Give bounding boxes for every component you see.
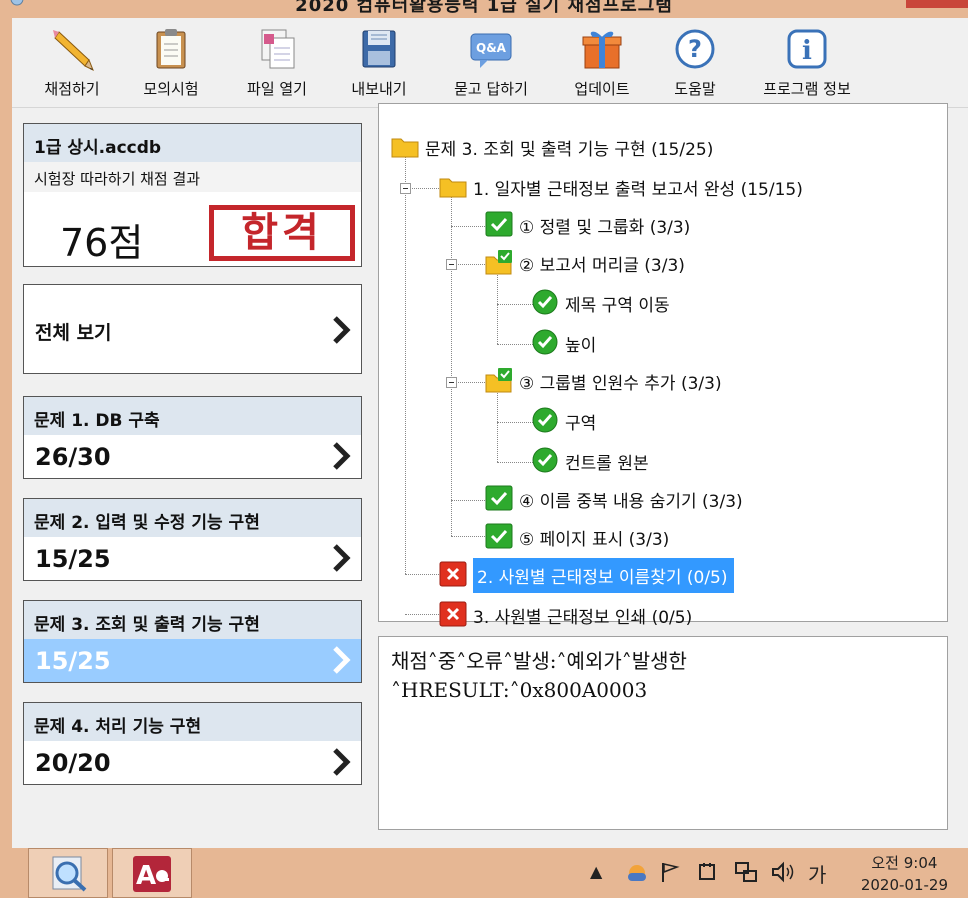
chevron-right-icon xyxy=(333,748,351,776)
view-all-label: 전체 보기 xyxy=(35,322,112,344)
help-button[interactable]: ? 도움말 xyxy=(662,26,728,106)
window-title: 2020 컴퓨터활용능력 1급 실기 채점프로그램 xyxy=(295,0,673,16)
grade-button[interactable]: 채점하기 xyxy=(34,26,110,106)
problem-2-item[interactable]: 문제 2. 입력 및 수정 기능 구현 15/25 xyxy=(23,498,362,581)
folder-check-icon xyxy=(485,368,512,393)
taskbar-app-magnifier[interactable] xyxy=(28,848,108,898)
open-file-icon xyxy=(261,29,295,69)
qa-button[interactable]: Q&A 묻고 답하기 xyxy=(440,26,542,106)
score-summary-card: 1급 상시.accdb 시험장 따라하기 채점 결과 76점 합격 xyxy=(23,123,362,267)
folder-icon xyxy=(439,178,467,198)
show-hidden-icons[interactable]: ▲ xyxy=(590,862,602,881)
check-circle-icon xyxy=(532,289,558,315)
problem-4-item[interactable]: 문제 4. 처리 기능 구현 20/20 xyxy=(23,702,362,785)
save-disk-icon xyxy=(362,30,396,68)
title-bar: 2020 컴퓨터활용능력 1급 실기 채점프로그램 xyxy=(0,0,968,18)
svg-text:A: A xyxy=(136,861,156,891)
close-button[interactable] xyxy=(906,0,968,8)
open-file-button[interactable]: 파일 열기 xyxy=(232,26,322,106)
weather-icon[interactable] xyxy=(626,862,648,884)
toolbar: 채점하기 모의시험 파일 열기 내보내기 Q&A 묻고 답하기 업데이트 ? 도… xyxy=(12,18,968,108)
taskbar: A ▲ 가 오전 9:04 2020-01-29 xyxy=(0,848,968,898)
mock-exam-button[interactable]: 모의시험 xyxy=(130,26,212,106)
clipboard-icon xyxy=(156,29,186,69)
clock-time: 오전 9:04 xyxy=(871,854,938,872)
problem-1-title: 문제 1. DB 구축 xyxy=(24,397,361,435)
problem-2-score: 15/25 xyxy=(35,545,111,573)
problem-2-title: 문제 2. 입력 및 수정 기능 구현 xyxy=(24,499,361,537)
help-icon: ? xyxy=(675,29,715,69)
chevron-right-icon xyxy=(333,646,351,674)
svg-text:i: i xyxy=(802,36,812,66)
problem-1-item[interactable]: 문제 1. DB 구축 26/30 xyxy=(23,396,362,479)
fail-x-icon xyxy=(439,601,467,627)
flag-icon[interactable] xyxy=(660,861,680,883)
gift-icon xyxy=(582,31,622,69)
program-info-button[interactable]: i 프로그램 정보 xyxy=(748,26,866,106)
clock-date: 2020-01-29 xyxy=(860,876,948,894)
problem-1-score: 26/30 xyxy=(35,443,111,471)
chevron-right-icon xyxy=(333,442,351,470)
grading-tree: 문제 3. 조회 및 출력 기능 구현 (15/25) 1. 일자별 근태정보 … xyxy=(378,103,948,628)
check-icon xyxy=(485,523,513,549)
magnifier-app-icon xyxy=(52,856,87,892)
fail-x-icon xyxy=(439,561,467,587)
problem-3-score: 15/25 xyxy=(35,647,111,675)
system-clock[interactable]: 오전 9:04 2020-01-29 xyxy=(861,852,948,896)
log-line-2: ˄HRESULT:˄0x800A0003 xyxy=(391,678,648,702)
pass-stamp: 합격 xyxy=(209,205,355,261)
access-app-icon: A xyxy=(133,856,171,892)
problem-4-score: 20/20 xyxy=(35,749,111,777)
file-name: 1급 상시.accdb xyxy=(24,124,361,162)
result-sidebar: 1급 상시.accdb 시험장 따라하기 채점 결과 76점 합격 전체 보기 … xyxy=(12,109,374,848)
chevron-right-icon xyxy=(333,544,351,572)
folder-check-icon xyxy=(485,250,512,275)
problem-4-title: 문제 4. 처리 기능 구현 xyxy=(24,703,361,741)
problem-3-item[interactable]: 문제 3. 조회 및 출력 기능 구현 15/25 xyxy=(23,600,362,683)
update-button[interactable]: 업데이트 xyxy=(562,26,642,106)
folder-icon xyxy=(391,138,419,158)
power-icon[interactable] xyxy=(696,861,718,883)
chevron-right-icon xyxy=(333,316,351,344)
check-circle-icon xyxy=(532,329,558,355)
qa-icon: Q&A xyxy=(470,33,512,68)
problem-3-title: 문제 3. 조회 및 출력 기능 구현 xyxy=(24,601,361,639)
network-icon[interactable] xyxy=(734,861,758,883)
info-icon: i xyxy=(787,29,827,69)
pencil-icon xyxy=(53,30,94,72)
export-button[interactable]: 내보내기 xyxy=(342,26,416,106)
svg-text:Q&A: Q&A xyxy=(476,41,507,55)
collapse-toggle[interactable] xyxy=(400,183,411,194)
total-score: 76점 xyxy=(60,221,144,265)
collapse-toggle[interactable] xyxy=(446,259,457,270)
check-icon xyxy=(485,211,513,237)
log-line-1: 채점˄중˄오류˄발생:˄예외가˄발생한 xyxy=(391,649,687,673)
view-all-button[interactable]: 전체 보기 xyxy=(23,284,362,374)
check-icon xyxy=(485,485,513,511)
check-circle-icon xyxy=(532,407,558,433)
result-subtitle: 시험장 따라하기 채점 결과 xyxy=(24,162,361,192)
ime-indicator[interactable]: 가 xyxy=(808,859,826,888)
detail-log[interactable]: 채점˄중˄오류˄발생:˄예외가˄발생한 ˄HRESULT:˄0x800A0003 xyxy=(378,636,948,830)
taskbar-app-access[interactable]: A xyxy=(112,848,192,898)
check-circle-icon xyxy=(532,447,558,473)
svg-text:?: ? xyxy=(688,35,702,63)
volume-icon[interactable] xyxy=(770,861,796,883)
collapse-toggle[interactable] xyxy=(446,377,457,388)
